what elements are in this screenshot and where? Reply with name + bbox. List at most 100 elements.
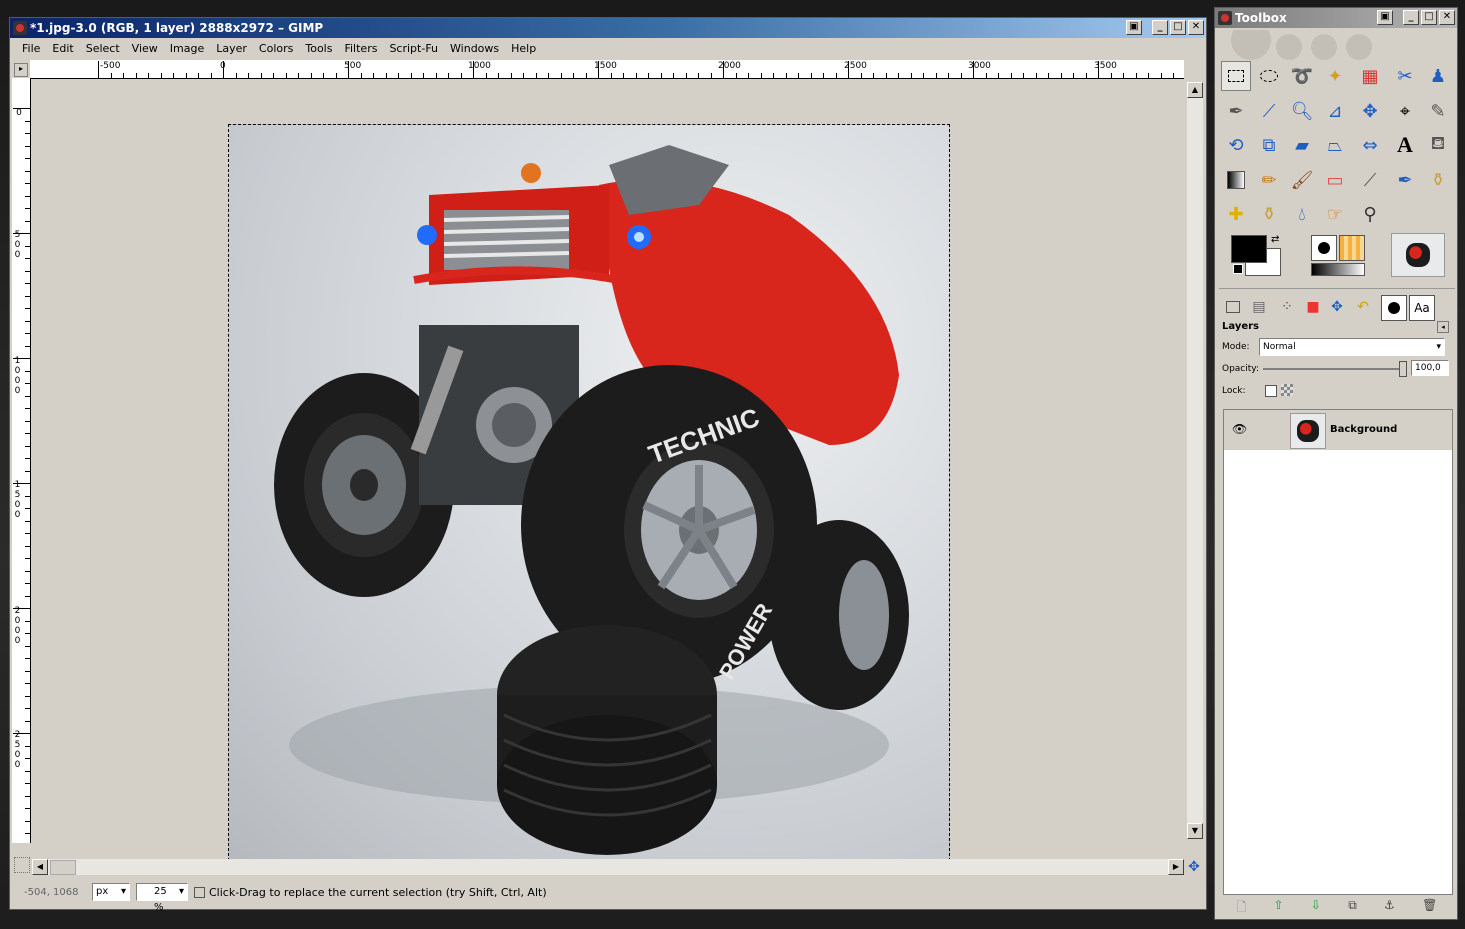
pattern-preview[interactable] xyxy=(1339,235,1365,261)
menu-help[interactable]: Help xyxy=(505,39,542,58)
rotate-icon[interactable]: ⟲ xyxy=(1221,130,1251,160)
menu-layer[interactable]: Layer xyxy=(210,39,253,58)
vertical-scrollbar[interactable]: ▲ ▼ xyxy=(1187,82,1203,839)
pencil-icon[interactable]: ✏ xyxy=(1254,165,1284,195)
layer-list[interactable]: 👁︎ Background xyxy=(1223,409,1453,895)
duplicate-layer-icon[interactable]: ⧉ xyxy=(1348,898,1357,919)
navigate-image-icon[interactable]: ✥ xyxy=(1186,859,1202,875)
heal-icon[interactable]: ✚ xyxy=(1221,199,1251,229)
navigate-icon[interactable]: ▣ xyxy=(1377,10,1393,25)
menu-filters[interactable]: Filters xyxy=(338,39,383,58)
horizontal-scrollbar[interactable]: ◀ ▶ xyxy=(32,859,1184,875)
move-tab-icon[interactable]: ✥ xyxy=(1325,295,1349,319)
device-status-tab-icon[interactable]: ▤ xyxy=(1247,295,1271,319)
panel-menu-icon[interactable]: ◂ xyxy=(1437,321,1449,333)
menu-edit[interactable]: Edit xyxy=(46,39,79,58)
smudge-icon[interactable]: ☞ xyxy=(1320,199,1350,229)
close-button[interactable]: ✕ xyxy=(1439,10,1455,25)
eraser-icon[interactable]: ▭ xyxy=(1320,165,1350,195)
color-select-icon[interactable]: ▦ xyxy=(1355,61,1385,91)
flip-icon[interactable]: ⇔ xyxy=(1355,130,1385,160)
paths-tab-icon[interactable]: ⁘ xyxy=(1275,295,1299,319)
ink-icon[interactable]: ✒ xyxy=(1390,165,1420,195)
mode-select[interactable]: Normal ▾ xyxy=(1259,338,1445,356)
rect-select-icon[interactable] xyxy=(1221,61,1251,91)
maximize-button[interactable]: □ xyxy=(1421,10,1437,25)
scroll-right-button[interactable]: ▶ xyxy=(1168,859,1184,875)
scroll-up-button[interactable]: ▲ xyxy=(1187,82,1203,98)
shear-icon[interactable]: ▰ xyxy=(1287,130,1317,160)
horizontal-ruler[interactable]: -500 0 500 1000 1500 2000 2500 3000 3500 xyxy=(30,60,1184,79)
toolbox-titlebar[interactable]: Toolbox ▣ _ □ ✕ xyxy=(1215,8,1457,28)
fuzzy-select-icon[interactable]: ✦ xyxy=(1320,61,1350,91)
paths-icon[interactable]: ✒ xyxy=(1221,96,1251,126)
paintbrush-icon[interactable]: 🖌︎ xyxy=(1287,165,1317,195)
unit-select[interactable]: px ▾ xyxy=(92,883,130,901)
menu-script-fu[interactable]: Script-Fu xyxy=(383,39,444,58)
measure-icon[interactable]: ⊿ xyxy=(1320,96,1350,126)
dodge-burn-icon[interactable]: ⚲ xyxy=(1355,199,1385,229)
lower-layer-icon[interactable]: ⇩ xyxy=(1311,898,1321,919)
ruler-corner-button[interactable]: ▸ xyxy=(14,63,28,77)
image-window-titlebar[interactable]: *1.jpg-3.0 (RGB, 1 layer) 2888x2972 – GI… xyxy=(10,18,1206,38)
menu-tools[interactable]: Tools xyxy=(299,39,338,58)
menu-colors[interactable]: Colors xyxy=(253,39,299,58)
minimize-button[interactable]: _ xyxy=(1152,20,1168,35)
active-image-thumbnail[interactable] xyxy=(1391,233,1445,277)
tool-options-tab-icon[interactable] xyxy=(1221,295,1245,319)
lasso-icon[interactable]: ➰ xyxy=(1287,61,1317,91)
scroll-down-button[interactable]: ▼ xyxy=(1187,823,1203,839)
move-icon[interactable]: ✥ xyxy=(1355,96,1385,126)
zoom-icon[interactable]: 🔍︎ xyxy=(1287,96,1317,126)
blend-icon[interactable] xyxy=(1221,165,1251,195)
scroll-left-button[interactable]: ◀ xyxy=(32,859,48,875)
quickmask-toggle[interactable] xyxy=(14,857,30,873)
vertical-ruler[interactable]: 0 5 0 0 1 0 0 0 1 5 0 0 2 0 0 0 2 5 0 0 xyxy=(12,78,31,843)
clone-icon[interactable]: ⚱ xyxy=(1423,165,1453,195)
layer-name[interactable]: Background xyxy=(1330,424,1397,435)
swap-colors-icon[interactable]: ⇄ xyxy=(1271,234,1279,245)
delete-layer-icon[interactable]: 🗑︎ xyxy=(1422,898,1437,919)
channels-tab-icon[interactable]: ■ xyxy=(1301,295,1325,319)
scroll-thumb[interactable] xyxy=(50,860,76,875)
color-picker-icon[interactable]: ⟋ xyxy=(1254,96,1284,126)
menu-image[interactable]: Image xyxy=(164,39,210,58)
anchor-layer-icon[interactable]: ⚓︎ xyxy=(1384,898,1395,919)
perspective-icon[interactable]: ⏢ xyxy=(1320,130,1350,160)
fonts-tab-icon[interactable]: Aa xyxy=(1409,295,1435,321)
undo-history-tab-icon[interactable]: ↶ xyxy=(1351,295,1375,319)
crop-icon[interactable]: ✎ xyxy=(1423,96,1453,126)
menu-select[interactable]: Select xyxy=(80,39,126,58)
maximize-button[interactable]: □ xyxy=(1170,20,1186,35)
scissors-icon[interactable]: ✂ xyxy=(1390,61,1420,91)
canvas-area[interactable]: TECHNIC POWER xyxy=(31,79,1184,866)
menu-file[interactable]: File xyxy=(16,39,46,58)
opacity-slider-thumb[interactable] xyxy=(1399,361,1407,377)
new-layer-icon[interactable]: 🗋 xyxy=(1237,898,1247,919)
minimize-button[interactable]: _ xyxy=(1403,10,1419,25)
layer-row[interactable]: 👁︎ Background xyxy=(1224,410,1452,450)
foreground-select-icon[interactable]: ♟ xyxy=(1423,61,1453,91)
bucket-fill-icon[interactable]: ⛾ xyxy=(1423,130,1453,160)
opacity-spinbox[interactable]: 100,0 xyxy=(1411,360,1449,376)
blur-icon[interactable]: 💧︎ xyxy=(1287,199,1317,229)
ellipse-select-icon[interactable] xyxy=(1254,61,1284,91)
opacity-slider[interactable] xyxy=(1263,368,1403,370)
align-icon[interactable]: ⌖ xyxy=(1390,96,1420,126)
default-colors-icon[interactable] xyxy=(1233,264,1243,274)
menu-view[interactable]: View xyxy=(126,39,164,58)
foreground-color-swatch-front[interactable] xyxy=(1231,235,1267,263)
airbrush-icon[interactable]: ⟋ xyxy=(1355,165,1385,195)
gradient-preview[interactable] xyxy=(1311,263,1365,276)
brushes-tab-icon[interactable] xyxy=(1381,295,1407,321)
image-canvas[interactable]: TECHNIC POWER xyxy=(228,124,950,866)
raise-layer-icon[interactable]: ⇧ xyxy=(1274,898,1284,919)
navigate-icon[interactable]: ▣ xyxy=(1126,20,1142,35)
text-tool-icon[interactable]: A xyxy=(1390,130,1420,160)
menu-windows[interactable]: Windows xyxy=(444,39,505,58)
brush-preview[interactable] xyxy=(1311,235,1337,261)
zoom-select[interactable]: 25 % ▾ xyxy=(136,883,188,913)
lock-alpha-checkbox[interactable] xyxy=(1265,385,1277,397)
scale-icon[interactable]: ⧉ xyxy=(1254,130,1284,160)
perspective-clone-icon[interactable]: ⚱ xyxy=(1254,199,1284,229)
